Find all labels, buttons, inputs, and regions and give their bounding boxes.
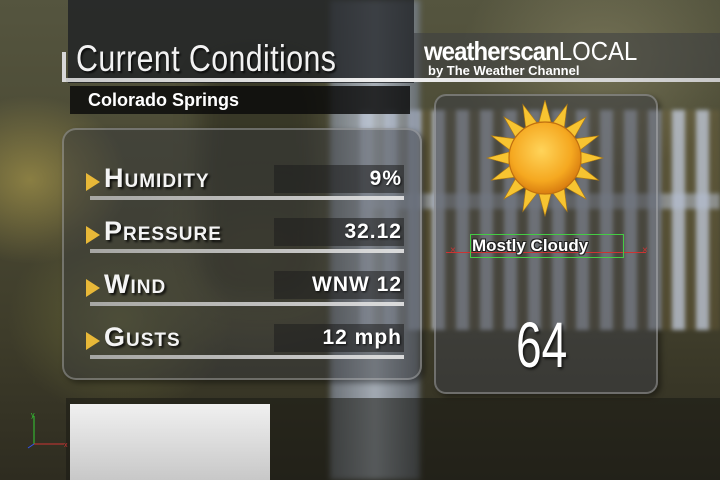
condition-row-gusts: Gusts 12 mph bbox=[86, 322, 404, 359]
condition-value: WNW 12 bbox=[312, 273, 402, 296]
condition-value: 12 mph bbox=[322, 326, 402, 349]
debug-marker: × bbox=[642, 245, 648, 256]
logo-light: LOCAL bbox=[558, 36, 638, 66]
row-underline bbox=[90, 302, 404, 306]
condition-description: Mostly Cloudy bbox=[472, 236, 589, 255]
condition-row-wind: Wind WNW 12 bbox=[86, 269, 404, 306]
sun-icon bbox=[485, 100, 605, 218]
row-underline bbox=[90, 196, 404, 200]
bottom-panel bbox=[70, 404, 270, 480]
page-title: Current Conditions bbox=[76, 38, 337, 79]
condition-label: Humidity bbox=[104, 163, 210, 193]
bullet-arrow-icon bbox=[86, 332, 100, 350]
condition-label: Gusts bbox=[104, 322, 181, 352]
bullet-arrow-icon bbox=[86, 173, 100, 191]
condition-label: Pressure bbox=[104, 216, 222, 246]
debug-marker: × bbox=[450, 245, 456, 256]
svg-text:x: x bbox=[64, 442, 68, 449]
condition-row-humidity: Humidity 9% bbox=[86, 163, 404, 200]
header-divider bbox=[62, 78, 720, 82]
condition-row-pressure: Pressure 32.12 bbox=[86, 216, 404, 253]
axis-gizmo-icon: y x bbox=[27, 412, 68, 449]
row-underline bbox=[90, 355, 404, 359]
condition-label: Wind bbox=[104, 269, 167, 299]
header-divider-vertical bbox=[62, 52, 66, 82]
bullet-arrow-icon bbox=[86, 226, 100, 244]
temperature: 64 bbox=[516, 309, 568, 381]
bullet-arrow-icon bbox=[86, 279, 100, 297]
condition-value: 9% bbox=[369, 167, 402, 190]
city-name: Colorado Springs bbox=[88, 90, 240, 110]
logo-subtitle: by The Weather Channel bbox=[428, 63, 580, 78]
condition-value: 32.12 bbox=[344, 220, 402, 243]
row-underline bbox=[90, 249, 404, 253]
logo-bold: weatherscan bbox=[424, 36, 560, 66]
svg-text:y: y bbox=[31, 412, 35, 419]
